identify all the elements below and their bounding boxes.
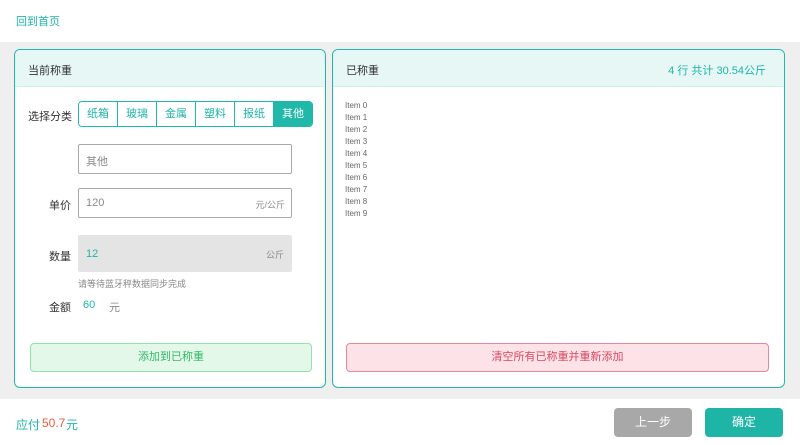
quantity-label: 数量 bbox=[49, 251, 71, 263]
quantity-value: 12 bbox=[86, 248, 99, 260]
home-link[interactable]: 回到首页 bbox=[16, 13, 60, 29]
list-item: Item 2 bbox=[345, 125, 368, 134]
footer-bar: 应付 50.7 元 上一步 确定 bbox=[0, 399, 800, 445]
category-tab-newspaper[interactable]: 报纸 bbox=[235, 102, 274, 126]
list-item: Item 6 bbox=[345, 173, 368, 182]
weighed-panel: 已称重 4 行 共计 30.54公斤 Item 0 Item 1 Item 2 … bbox=[332, 49, 785, 388]
top-bar: 回到首页 bbox=[0, 0, 800, 42]
panel-title: 当前称重 bbox=[28, 65, 72, 77]
amount-due-label: 应付 bbox=[16, 418, 41, 432]
price-value: 120 bbox=[86, 197, 105, 209]
list-item: Item 1 bbox=[345, 113, 368, 122]
list-item: Item 8 bbox=[345, 197, 368, 206]
category-label: 选择分类 bbox=[28, 111, 72, 123]
other-category-value: 其他 bbox=[86, 156, 108, 168]
amount-due-unit: 元 bbox=[66, 418, 79, 432]
clear-all-button[interactable]: 清空所有已称重并重新添加 bbox=[346, 343, 769, 372]
confirm-button[interactable]: 确定 bbox=[705, 408, 783, 437]
workspace: 当前称重 选择分类 纸箱 玻璃 金属 塑料 报纸 其他 其他 单价 120 元/… bbox=[0, 42, 800, 399]
current-weighing-panel: 当前称重 选择分类 纸箱 玻璃 金属 塑料 报纸 其他 其他 单价 120 元/… bbox=[14, 49, 326, 388]
price-unit: 元/公斤 bbox=[255, 200, 285, 210]
weighed-summary: 4 行 共计 30.54公斤 bbox=[668, 65, 766, 77]
amount-value: 60 bbox=[83, 299, 96, 311]
weighed-header: 已称重 4 行 共计 30.54公斤 bbox=[333, 50, 784, 87]
category-tab-plastic[interactable]: 塑料 bbox=[196, 102, 235, 126]
category-tab-carton[interactable]: 纸箱 bbox=[79, 102, 118, 126]
category-tab-glass[interactable]: 玻璃 bbox=[118, 102, 157, 126]
amount-label: 金额 bbox=[49, 302, 71, 314]
add-to-weighed-button[interactable]: 添加到已称重 bbox=[30, 343, 312, 372]
previous-step-button[interactable]: 上一步 bbox=[614, 408, 692, 437]
list-item: Item 0 bbox=[345, 101, 368, 110]
category-tab-metal[interactable]: 金属 bbox=[157, 102, 196, 126]
amount-due-value: 50.7 bbox=[42, 416, 66, 430]
list-item: Item 3 bbox=[345, 137, 368, 146]
weighed-item-list: Item 0 Item 1 Item 2 Item 3 Item 4 Item … bbox=[345, 100, 367, 220]
quantity-unit: 公斤 bbox=[265, 250, 284, 260]
quantity-hint: 请等待蓝牙秤数据同步完成 bbox=[78, 279, 187, 289]
price-input[interactable]: 120 元/公斤 bbox=[78, 188, 292, 218]
list-item: Item 7 bbox=[345, 185, 368, 194]
other-category-input[interactable]: 其他 bbox=[78, 144, 292, 174]
current-weighing-header: 当前称重 bbox=[15, 50, 325, 87]
category-tab-other[interactable]: 其他 bbox=[274, 102, 312, 126]
amount-unit: 元 bbox=[109, 302, 120, 314]
quantity-display: 12 公斤 bbox=[78, 235, 292, 272]
list-item: Item 9 bbox=[345, 209, 368, 218]
panel-title: 已称重 bbox=[346, 65, 379, 77]
list-item: Item 4 bbox=[345, 149, 368, 158]
price-label: 单价 bbox=[49, 200, 71, 212]
category-tabs: 纸箱 玻璃 金属 塑料 报纸 其他 bbox=[78, 101, 313, 127]
list-item: Item 5 bbox=[345, 161, 368, 170]
